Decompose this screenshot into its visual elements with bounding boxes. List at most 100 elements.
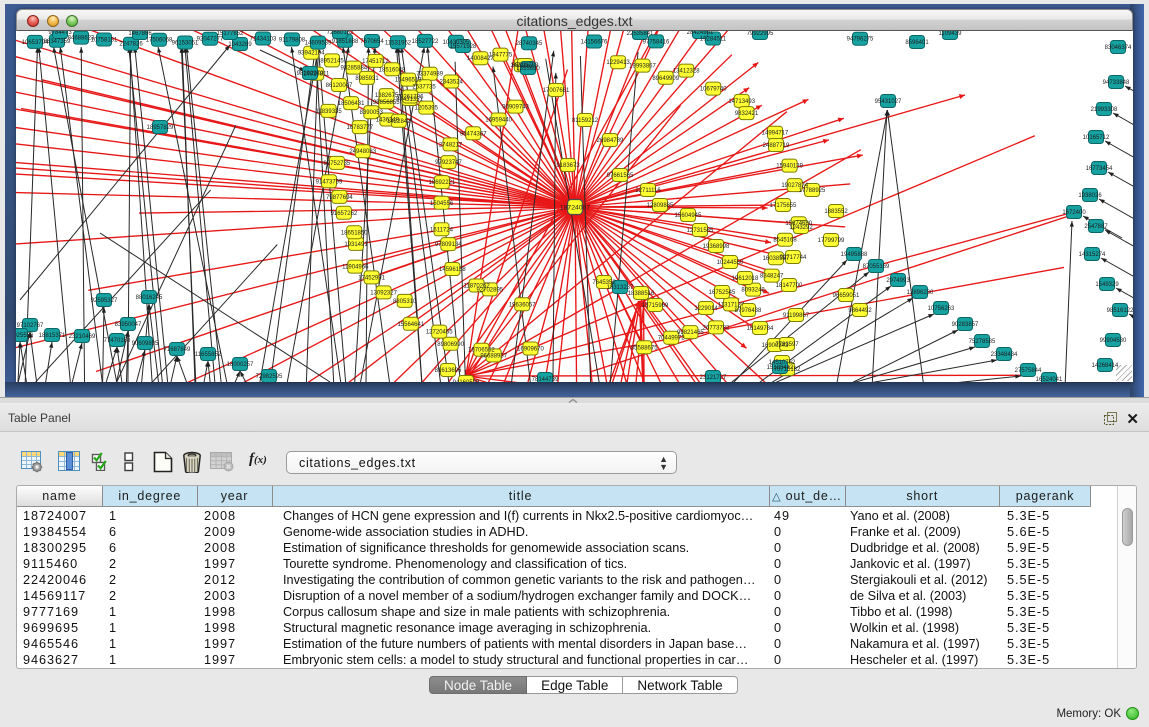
svg-text:85925556: 85925556 (16, 333, 34, 339)
svg-text:15940139: 15940139 (776, 164, 803, 170)
svg-text:24887719: 24887719 (763, 143, 790, 149)
svg-text:12720465: 12720465 (426, 330, 453, 336)
svg-text:19612018: 19612018 (732, 276, 759, 282)
svg-text:19284511: 19284511 (700, 37, 727, 43)
svg-text:90609835: 90609835 (132, 341, 159, 347)
svg-text:72982595: 72982595 (256, 374, 283, 380)
svg-text:17452991: 17452991 (358, 275, 385, 281)
svg-text:12731585: 12731585 (687, 228, 714, 234)
svg-text:90283857: 90283857 (952, 322, 979, 328)
svg-text:15564641: 15564641 (397, 322, 424, 328)
svg-text:22535841: 22535841 (627, 31, 654, 37)
svg-text:8985931: 8985931 (355, 76, 379, 82)
svg-text:91179808: 91179808 (279, 37, 306, 43)
svg-text:1611724: 1611724 (430, 227, 454, 233)
svg-text:2547887: 2547887 (1084, 224, 1108, 230)
svg-text:90752735: 90752735 (324, 161, 351, 167)
svg-text:97923747: 97923747 (435, 160, 462, 166)
svg-text:92047277: 92047277 (197, 37, 224, 43)
svg-text:22711116: 22711116 (635, 188, 661, 194)
svg-text:2974993: 2974993 (886, 278, 910, 284)
svg-text:11839335: 11839335 (315, 109, 342, 115)
svg-text:93942104: 93942104 (298, 51, 325, 57)
svg-text:91199867: 91199867 (783, 313, 810, 319)
svg-text:94733848: 94733848 (1103, 80, 1130, 86)
svg-text:92717744: 92717744 (780, 255, 807, 261)
svg-text:16783777: 16783777 (346, 125, 373, 131)
svg-text:17506068: 17506068 (146, 38, 173, 44)
svg-text:8093248: 8093248 (741, 288, 765, 294)
svg-text:10715969: 10715969 (642, 303, 669, 309)
svg-text:86120047: 86120047 (326, 83, 353, 89)
svg-text:16524041: 16524041 (1036, 377, 1063, 382)
svg-text:11655852: 11655852 (195, 352, 222, 358)
svg-text:18000257: 18000257 (227, 362, 254, 368)
svg-text:96659051: 96659051 (833, 293, 860, 299)
svg-text:7793597: 7793597 (775, 342, 799, 348)
svg-text:16773454: 16773454 (1086, 166, 1113, 172)
svg-text:99904530: 99904530 (1100, 338, 1127, 344)
svg-text:2537735: 2537735 (412, 84, 436, 90)
svg-text:15604945: 15604945 (675, 213, 702, 219)
svg-text:81613696: 81613696 (435, 368, 462, 374)
svg-text:17451712: 17451712 (362, 59, 389, 65)
svg-text:1883552: 1883552 (824, 209, 848, 215)
svg-text:13412328: 13412328 (673, 69, 700, 75)
svg-text:94796275: 94796275 (847, 37, 874, 43)
svg-text:15188442: 15188442 (767, 365, 794, 371)
svg-text:85588675: 85588675 (631, 345, 658, 351)
svg-text:14268414: 14268414 (1092, 363, 1119, 369)
svg-text:18388516: 18388516 (628, 291, 655, 297)
svg-text:92595327: 92595327 (91, 298, 118, 304)
svg-text:11531952: 11531952 (385, 40, 412, 46)
svg-text:1504556: 1504556 (430, 201, 454, 207)
svg-text:96688937: 96688937 (480, 353, 507, 359)
svg-text:95431027: 95431027 (875, 99, 902, 105)
svg-text:87055169: 87055169 (863, 264, 890, 270)
svg-text:14713493: 14713493 (728, 99, 755, 105)
svg-text:18313237: 18313237 (607, 285, 634, 291)
svg-text:1229014: 1229014 (694, 306, 718, 312)
svg-text:1229413: 1229413 (606, 60, 630, 66)
svg-text:19495888: 19495888 (841, 252, 868, 258)
svg-text:97809134: 97809134 (435, 242, 462, 248)
svg-text:8805310: 8805310 (393, 299, 417, 305)
svg-text:97758416: 97758416 (643, 39, 670, 45)
svg-text:28740345: 28740345 (516, 41, 543, 47)
svg-text:10758181: 10758181 (91, 38, 118, 44)
svg-text:23348434: 23348434 (991, 352, 1018, 358)
svg-text:79877694: 79877694 (326, 195, 353, 201)
svg-text:75278585: 75278585 (969, 339, 996, 345)
svg-text:96153051: 96153051 (172, 41, 199, 47)
svg-text:71434103: 71434103 (250, 37, 277, 43)
svg-text:15571928: 15571928 (450, 44, 477, 50)
svg-text:26984789: 26984789 (597, 138, 624, 144)
svg-text:10756263: 10756263 (928, 306, 955, 312)
svg-text:8545168: 8545168 (773, 238, 797, 244)
svg-text:78144739: 78144739 (532, 377, 559, 382)
svg-text:17799799: 17799799 (818, 238, 845, 244)
svg-text:9183673: 9183673 (556, 163, 580, 169)
svg-text:1947775: 1947775 (489, 53, 513, 59)
svg-text:9784473: 9784473 (48, 31, 72, 36)
svg-text:1422842: 1422842 (387, 119, 411, 125)
svg-text:7670654: 7670654 (360, 39, 384, 45)
svg-text:15496513: 15496513 (395, 78, 422, 84)
svg-text:10244550: 10244550 (717, 260, 744, 266)
svg-text:83950047: 83950047 (115, 322, 142, 328)
svg-text:18516048: 18516048 (379, 67, 406, 73)
svg-text:14156676: 14156676 (581, 40, 608, 46)
svg-text:18724007: 18724007 (560, 205, 590, 212)
svg-text:1243292: 1243292 (789, 225, 813, 231)
svg-text:10679740: 10679740 (700, 87, 727, 93)
svg-text:9864492: 9864492 (848, 308, 872, 314)
svg-text:96474367: 96474367 (460, 131, 487, 137)
svg-text:12896230: 12896230 (907, 290, 934, 296)
svg-text:10165712: 10165712 (1083, 135, 1110, 141)
svg-text:89649909: 89649909 (652, 76, 679, 82)
svg-text:19993867: 19993867 (629, 64, 656, 70)
svg-text:77470168: 77470168 (104, 338, 131, 344)
svg-text:83046374: 83046374 (1105, 45, 1132, 51)
svg-text:94160529: 94160529 (453, 380, 480, 382)
svg-text:8390053: 8390053 (360, 110, 384, 116)
